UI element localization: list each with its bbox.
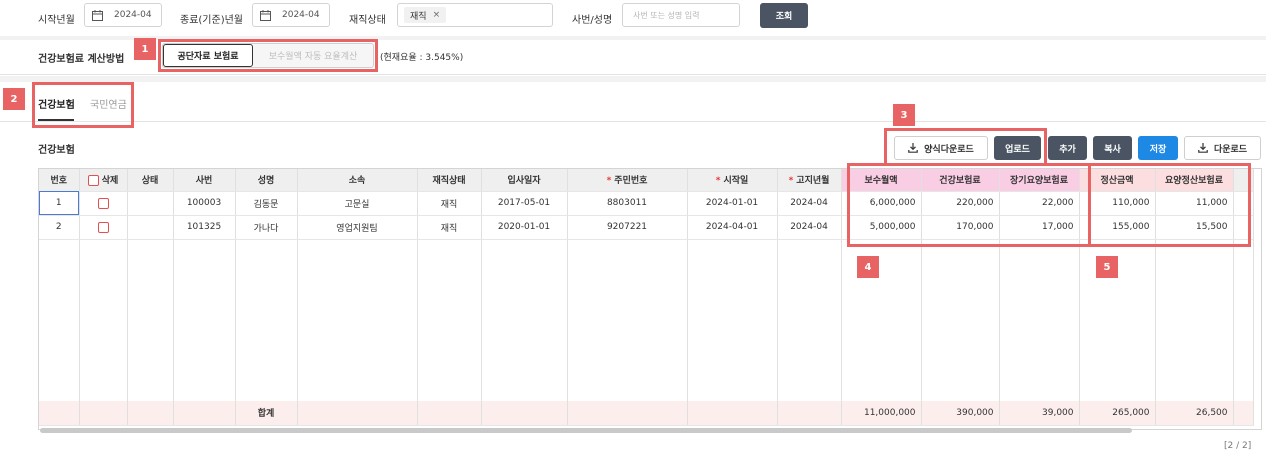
annotation-box-1 xyxy=(158,39,378,72)
cell-status[interactable]: 재직 xyxy=(417,215,482,240)
total-ltc-settle: 26,500 xyxy=(1155,401,1234,426)
status-select[interactable]: 재직 × xyxy=(397,3,553,27)
col-header-notice[interactable]: * 고지년월 xyxy=(777,169,842,192)
cell-delete[interactable] xyxy=(79,215,128,240)
insurance-tabs: 건강보험 국민연금 xyxy=(0,82,1266,122)
table-empty-area xyxy=(39,239,1254,401)
cell-notice[interactable]: 2024-04 xyxy=(777,215,842,240)
start-month-field[interactable]: 2024-04 xyxy=(84,3,162,27)
cell-state[interactable] xyxy=(127,215,174,240)
total-settle: 265,000 xyxy=(1079,401,1156,426)
required-mark: * xyxy=(788,176,794,187)
page-indicator: [2 / 2] xyxy=(1224,441,1252,451)
section-title: 건강보험 xyxy=(38,145,75,156)
col-header-name[interactable]: 성명 xyxy=(235,169,298,192)
col-header-start-label: 시작일 xyxy=(723,176,749,187)
cell-status[interactable]: 재직 xyxy=(417,191,482,216)
filter-bar: 시작년월 2024-04 종료(기준)년월 2024-04 재직상태 재직 × … xyxy=(0,0,1266,36)
annotation-badge-1: 1 xyxy=(134,38,156,60)
col-header-no[interactable]: 번호 xyxy=(39,169,80,192)
total-monthly-pay: 11,000,000 xyxy=(841,401,922,426)
annotation-box-4 xyxy=(847,163,1091,247)
select-all-checkbox[interactable] xyxy=(87,175,99,187)
cell-emp-no[interactable]: 100003 xyxy=(173,191,236,216)
close-icon[interactable]: × xyxy=(433,10,441,20)
search-input[interactable]: 사번 또는 성명 입력 xyxy=(622,3,740,27)
cell-notice[interactable]: 2024-04 xyxy=(777,191,842,216)
col-header-emp-no[interactable]: 사번 xyxy=(173,169,236,192)
total-health: 390,000 xyxy=(921,401,1000,426)
cell-start[interactable]: 2024-04-01 xyxy=(687,215,778,240)
status-chip: 재직 × xyxy=(404,7,447,23)
search-button[interactable]: 조회 xyxy=(760,3,808,28)
calendar-icon xyxy=(260,9,271,21)
annotation-badge-2: 2 xyxy=(3,88,25,110)
cell-rrn[interactable]: 9207221 xyxy=(567,215,688,240)
copy-button[interactable]: 복사 xyxy=(1093,136,1132,160)
cell-state[interactable] xyxy=(127,191,174,216)
status-chip-label: 재직 xyxy=(410,11,427,22)
annotation-badge-5: 5 xyxy=(1096,256,1118,278)
row-delete-checkbox[interactable] xyxy=(97,197,109,209)
col-header-status[interactable]: 재직상태 xyxy=(417,169,482,192)
end-month-field[interactable]: 2024-04 xyxy=(252,3,330,27)
col-header-delete[interactable]: 삭제 xyxy=(79,169,128,192)
add-button[interactable]: 추가 xyxy=(1048,136,1087,160)
total-ltc: 39,000 xyxy=(999,401,1080,426)
cell-emp-no[interactable]: 101325 xyxy=(173,215,236,240)
start-month-value: 2024-04 xyxy=(114,10,152,20)
cell-delete[interactable] xyxy=(79,191,128,216)
col-header-dept[interactable]: 소속 xyxy=(297,169,418,192)
save-button[interactable]: 저장 xyxy=(1138,136,1178,160)
annotation-badge-3: 3 xyxy=(893,104,915,126)
required-mark: * xyxy=(606,176,612,187)
required-mark: * xyxy=(715,176,721,187)
search-placeholder: 사번 또는 성명 입력 xyxy=(633,10,700,20)
end-month-value: 2024-04 xyxy=(282,10,320,20)
calc-method-label: 건강보험료 계산방법 xyxy=(38,54,125,65)
horizontal-scrollbar[interactable] xyxy=(40,428,1132,433)
row-delete-checkbox[interactable] xyxy=(97,221,109,233)
cell-rrn[interactable]: 8803011 xyxy=(567,191,688,216)
download-button[interactable]: 다운로드 xyxy=(1184,136,1261,160)
col-header-rrn-label: 주민번호 xyxy=(614,176,648,187)
cell-name[interactable]: 김동문 xyxy=(235,191,298,216)
total-label: 합계 xyxy=(235,401,298,426)
col-header-rrn[interactable]: * 주민번호 xyxy=(567,169,688,192)
cell-join-date[interactable]: 2020-01-01 xyxy=(481,215,568,240)
annotation-box-5 xyxy=(1088,163,1251,247)
current-rate-text: (현재요율 : 3.545%) xyxy=(380,53,464,63)
table-total-row: 합계 11,000,000 390,000 39,000 265,000 26,… xyxy=(39,401,1254,426)
col-header-delete-label: 삭제 xyxy=(101,176,119,187)
annotation-badge-4: 4 xyxy=(857,256,879,278)
col-header-state[interactable]: 상태 xyxy=(127,169,174,192)
download-label: 다운로드 xyxy=(1213,144,1248,155)
download-icon xyxy=(1198,143,1208,153)
cell-no[interactable]: 2 xyxy=(39,215,80,240)
end-month-label: 종료(기준)년월 xyxy=(180,15,244,26)
cell-no[interactable]: 1 xyxy=(39,191,80,216)
cell-start[interactable]: 2024-01-01 xyxy=(687,191,778,216)
status-label: 재직상태 xyxy=(349,15,386,26)
annotation-box-3 xyxy=(884,128,1047,166)
annotation-box-2 xyxy=(32,82,134,128)
col-header-start[interactable]: * 시작일 xyxy=(687,169,778,192)
start-month-label: 시작년월 xyxy=(38,15,75,26)
search-label: 사번/성명 xyxy=(572,15,613,26)
col-header-join-date[interactable]: 입사일자 xyxy=(481,169,568,192)
col-header-notice-label: 고지년월 xyxy=(796,176,830,187)
cell-dept[interactable]: 고문실 xyxy=(297,191,418,216)
cell-dept[interactable]: 영업지원팀 xyxy=(297,215,418,240)
calendar-icon xyxy=(92,9,103,21)
cell-name[interactable]: 가나다 xyxy=(235,215,298,240)
cell-join-date[interactable]: 2017-05-01 xyxy=(481,191,568,216)
